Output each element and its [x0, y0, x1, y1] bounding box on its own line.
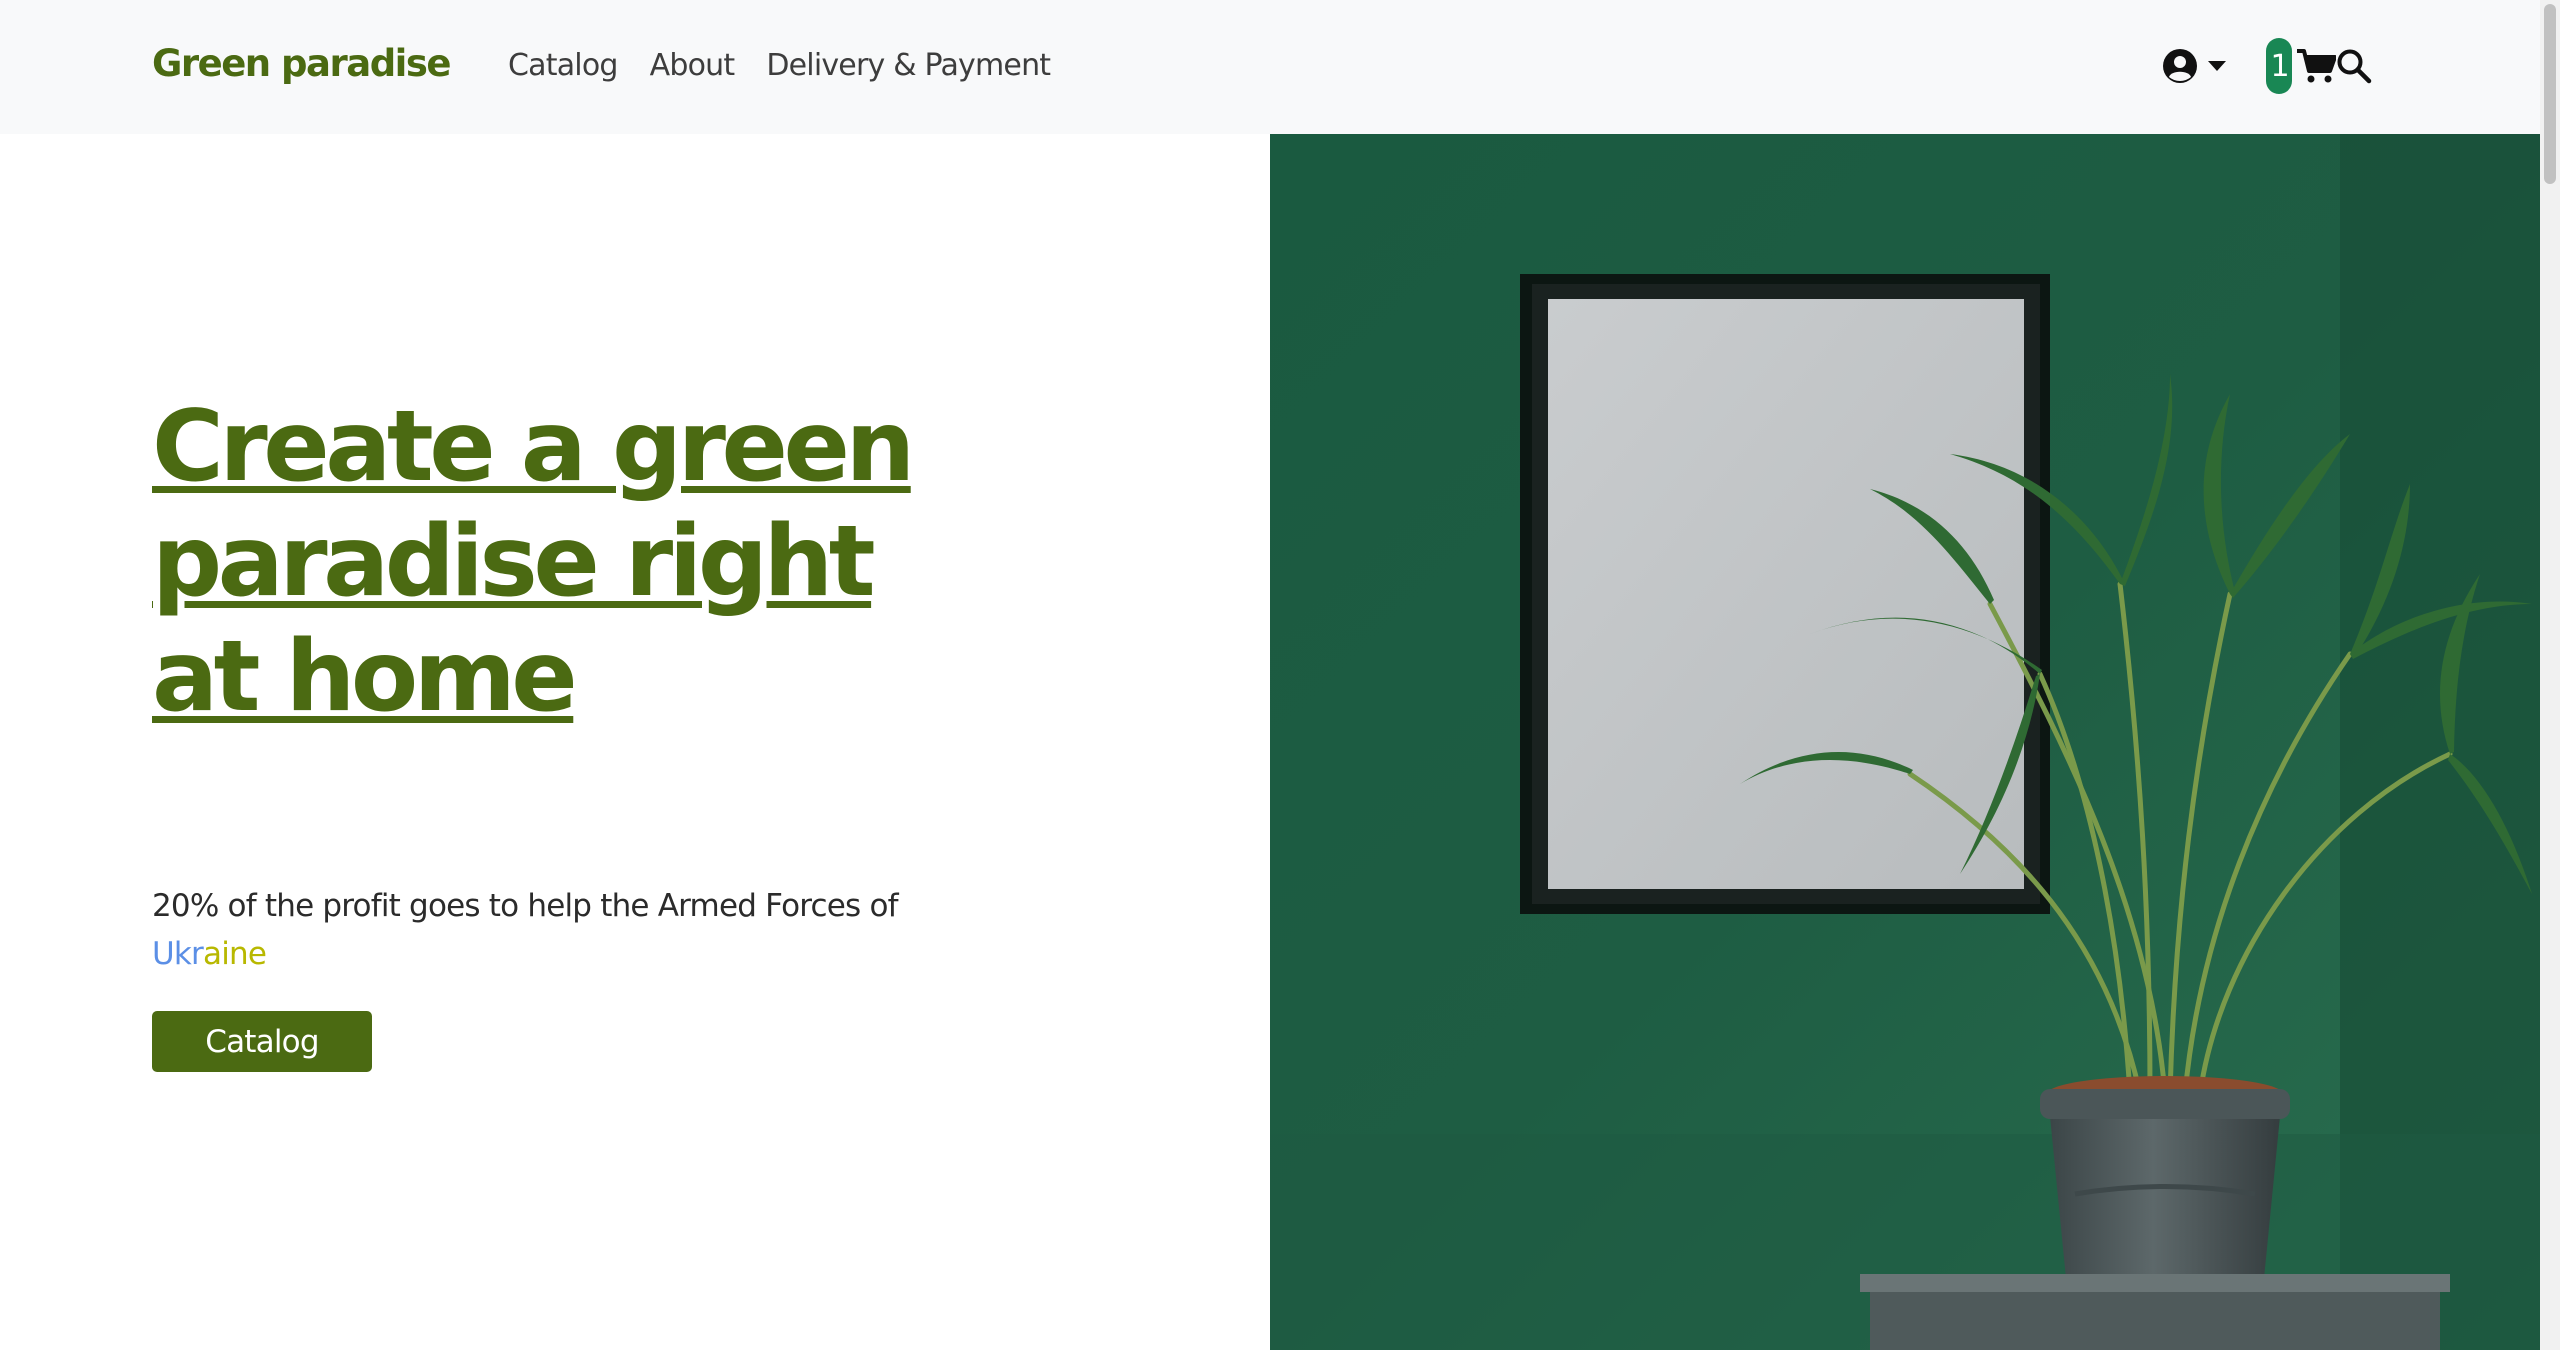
cart-count-badge: 1: [2266, 38, 2292, 94]
hero-section: Create a green paradise right at home 20…: [0, 134, 1270, 1350]
navbar: Green paradise Catalog About Delivery & …: [0, 0, 2540, 134]
brand-logo[interactable]: Green paradise: [152, 42, 451, 85]
search-icon[interactable]: [2336, 48, 2372, 84]
scrollbar-thumb[interactable]: [2544, 4, 2556, 184]
ukraine-text-yellow: aine: [203, 936, 267, 972]
catalog-button[interactable]: Catalog: [152, 1011, 372, 1072]
hero-subtitle: 20% of the profit goes to help the Armed…: [152, 882, 912, 978]
cart-button[interactable]: 1: [2266, 38, 2336, 94]
nav-link-about[interactable]: About: [650, 48, 736, 83]
plant-photo: [1270, 134, 2540, 1350]
shopping-cart-icon: [2297, 49, 2336, 83]
ukraine-text-blue: Ukr: [152, 936, 204, 972]
caret-down-icon: [2208, 61, 2226, 71]
nav-link-delivery-payment[interactable]: Delivery & Payment: [766, 48, 1051, 83]
user-menu-dropdown[interactable]: [2162, 48, 2226, 84]
hero-subtitle-text: 20% of the profit goes to help the Armed…: [152, 888, 899, 924]
vertical-scrollbar[interactable]: [2540, 0, 2560, 1350]
hero-image: [1270, 134, 2540, 1350]
page: Green paradise Catalog About Delivery & …: [0, 0, 2560, 1350]
nav-link-catalog[interactable]: Catalog: [508, 48, 618, 83]
nav-actions: 1: [2162, 38, 2372, 94]
nav-links: Catalog About Delivery & Payment: [508, 48, 1051, 83]
hero-title[interactable]: Create a green paradise right at home: [152, 390, 952, 735]
user-circle-icon: [2163, 49, 2197, 83]
